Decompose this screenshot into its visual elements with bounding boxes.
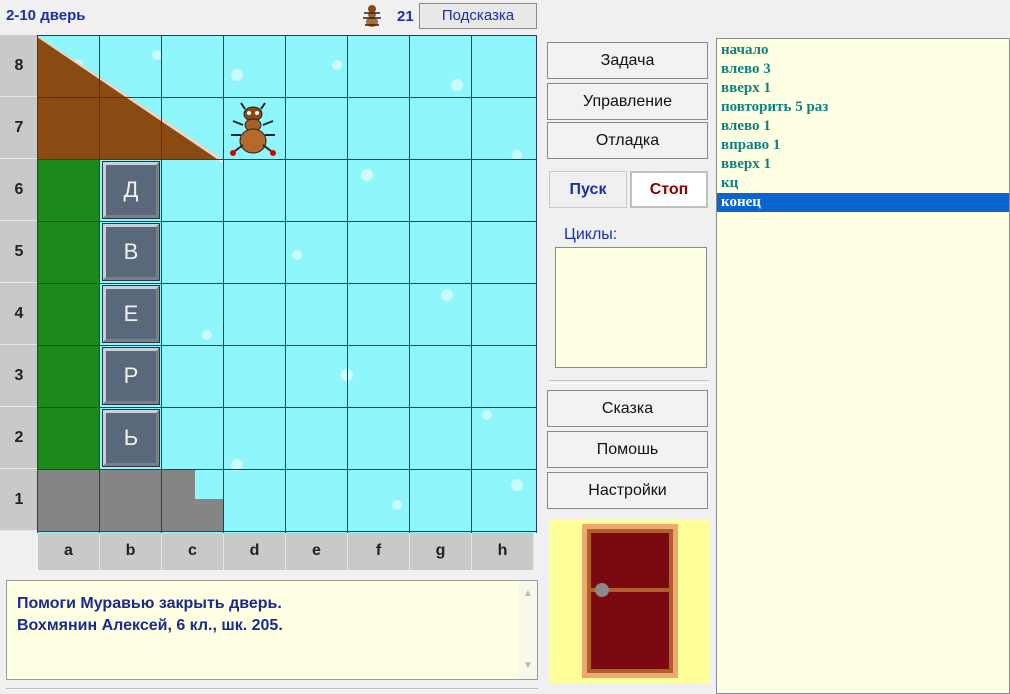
col-label: a [38, 532, 100, 570]
letter-block: Ь [102, 409, 160, 467]
row-label: 2 [0, 407, 38, 469]
scroll-down-icon[interactable]: ▼ [523, 655, 533, 677]
control-button[interactable]: Управление [547, 83, 708, 120]
loops-box[interactable] [555, 247, 707, 368]
door-icon [582, 524, 678, 678]
hint-button[interactable]: Подсказка [419, 3, 537, 29]
run-button[interactable]: Пуск [549, 171, 627, 208]
program-line[interactable]: вправо 1 [717, 136, 1009, 155]
loops-label: Циклы: [564, 226, 618, 243]
letter-block: Д [102, 161, 160, 219]
scroll-up-icon[interactable]: ▲ [523, 583, 533, 605]
program-line[interactable]: влево 3 [717, 60, 1009, 79]
col-label: e [286, 532, 348, 570]
program-line[interactable]: конец [717, 193, 1009, 212]
col-label: d [224, 532, 286, 570]
row-label: 3 [0, 345, 38, 407]
letter-block: Е [102, 285, 160, 343]
divider [6, 688, 538, 689]
message-box: Помоги Муравью закрыть дверь. Вохмянин А… [6, 580, 538, 680]
col-label: b [100, 532, 162, 570]
stop-button[interactable]: Стоп [630, 171, 708, 208]
message-line: Помоги Муравью закрыть дверь. [17, 595, 282, 612]
letter-block: В [102, 223, 160, 281]
col-label: c [162, 532, 224, 570]
debug-button[interactable]: Отладка [547, 122, 708, 159]
door-picture [549, 520, 709, 684]
col-label: h [472, 532, 534, 570]
window-title: 2-10 дверь [6, 7, 86, 24]
program-line[interactable]: повторить 5 раз [717, 98, 1009, 117]
col-label: g [410, 532, 472, 570]
col-label: f [348, 532, 410, 570]
program-listing[interactable]: начало влево 3 вверх 1 повторить 5 раз в… [716, 38, 1010, 694]
tale-button[interactable]: Сказка [547, 390, 708, 427]
green-wall [37, 159, 99, 469]
divider [549, 380, 709, 384]
settings-button[interactable]: Настройки [547, 472, 708, 509]
step-counter: 21 [397, 8, 414, 25]
letter-block: Р [102, 347, 160, 405]
message-line: Вохмянин Алексей, 6 кл., шк. 205. [17, 617, 283, 634]
message-scrollbar[interactable]: ▲ ▼ [519, 581, 537, 679]
row-label: 7 [0, 97, 38, 159]
row-label: 4 [0, 283, 38, 345]
ant-step-icon [363, 5, 381, 27]
row-label: 6 [0, 159, 38, 221]
row-label: 5 [0, 221, 38, 283]
program-line[interactable]: вверх 1 [717, 155, 1009, 174]
program-line[interactable]: кц [717, 174, 1009, 193]
program-line[interactable]: вверх 1 [717, 79, 1009, 98]
program-line[interactable]: начало [717, 41, 1009, 60]
row-label: 1 [0, 469, 38, 531]
game-board: 8 7 6 5 4 3 2 1 a b c d e f g h Д В Е Р … [0, 35, 538, 573]
task-button[interactable]: Задача [547, 42, 708, 79]
program-line[interactable]: влево 1 [717, 117, 1009, 136]
row-label: 8 [0, 35, 38, 97]
help-button[interactable]: Помошь [547, 431, 708, 468]
